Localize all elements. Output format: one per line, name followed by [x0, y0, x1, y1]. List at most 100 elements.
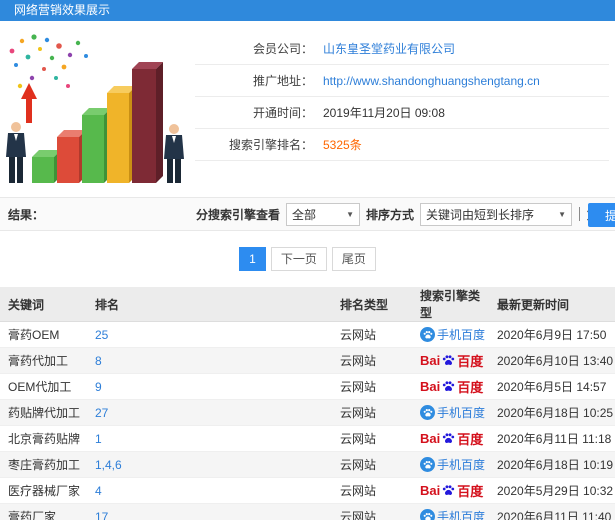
confetti-dots	[9, 34, 88, 89]
paw-icon	[443, 381, 455, 391]
rank-type-cell: 云网站	[332, 477, 412, 504]
rank-type-cell: 云网站	[332, 321, 412, 348]
filter-controls: 分搜索引擎查看 全部 ▼ 排序方式 关键词由短到长排序 ▼ 文章类型 全部 ▼	[196, 202, 615, 226]
summary-section: 会员公司： 山东皇圣堂药业有限公司 推广地址： http://www.shand…	[0, 21, 615, 197]
table-row: 药贴牌代加工 27 云网站 手机百度 2020年6月18日 10:25	[0, 399, 615, 426]
company-link[interactable]: 山东皇圣堂药业有限公司	[323, 40, 455, 57]
rank-link[interactable]: 17	[95, 510, 108, 520]
engine-cell: Bai 百度	[412, 477, 489, 504]
rank-cell: 4	[87, 477, 332, 504]
bar-chart-graphic	[6, 34, 184, 183]
engine-cell: 手机百度	[412, 321, 489, 348]
keyword-cell: OEM代加工	[0, 373, 87, 400]
engine-cell: Bai 百度	[412, 347, 489, 374]
col-header-rank-type: 排名类型	[332, 287, 412, 322]
rank-cell: 1	[87, 425, 332, 452]
sort-select[interactable]: 关键词由短到长排序 ▼	[420, 202, 573, 226]
rank-link[interactable]: 25	[95, 328, 108, 342]
next-page-button[interactable]: 下一页	[270, 247, 327, 271]
rank-type-cell: 云网站	[332, 347, 412, 374]
bars	[32, 62, 163, 183]
open-time-row: 开通时间： 2019年11月20日 09:08	[195, 97, 609, 129]
marketing-chart-image	[4, 31, 190, 189]
mobile-baidu-icon	[420, 509, 435, 520]
rank-link[interactable]: 8	[95, 354, 102, 368]
rank-type-cell: 云网站	[332, 373, 412, 400]
sort-label: 排序方式	[366, 207, 415, 222]
update-time-cell: 2020年6月18日 10:19	[489, 451, 615, 478]
col-header-update-time: 最新更新时间	[489, 287, 615, 322]
rank-type-cell: 云网站	[332, 503, 412, 520]
paw-icon	[423, 330, 432, 338]
paw-icon	[443, 485, 455, 495]
filter-bar: 结果： 分搜索引擎查看 全部 ▼ 排序方式 关键词由短到长排序 ▼ 文章类型 全…	[0, 197, 615, 231]
submit-button[interactable]: 提交	[588, 203, 615, 227]
page-1-button[interactable]: 1	[239, 247, 266, 271]
promo-url-label: 推广地址：	[252, 74, 313, 88]
table-header-row: 关键词 排名 排名类型 搜索引擎类型 最新更新时间	[0, 287, 615, 322]
baidu-logo: Bai 百度	[420, 431, 484, 447]
pagination: 1 下一页 尾页	[0, 247, 615, 271]
rank-cell: 8	[87, 347, 332, 374]
promo-url-link[interactable]: http://www.shandonghuangshengtang.cn	[323, 74, 540, 88]
table-row: 膏药OEM 25 云网站 手机百度 2020年6月9日 17:50	[0, 321, 615, 348]
keyword-cell: 膏药OEM	[0, 321, 87, 348]
paw-icon	[423, 460, 432, 468]
rank-count-label: 搜索引擎排名：	[228, 138, 313, 152]
rank-link[interactable]: 27	[95, 406, 108, 420]
divider	[579, 207, 581, 221]
result-label: 结果：	[8, 207, 45, 222]
rank-count-row: 搜索引擎排名： 5325条	[195, 129, 609, 161]
last-page-button[interactable]: 尾页	[331, 247, 376, 271]
col-header-keyword: 关键词	[0, 287, 87, 322]
results-table: 关键词 排名 排名类型 搜索引擎类型 最新更新时间 膏药OEM 25 云网站 手…	[0, 287, 615, 520]
company-row: 会员公司： 山东皇圣堂药业有限公司	[195, 33, 609, 65]
rank-link[interactable]: 4	[95, 484, 102, 498]
open-time-value: 2019年11月20日 09:08	[323, 106, 445, 120]
keyword-cell: 北京膏药贴牌	[0, 425, 87, 452]
update-time-cell: 2020年6月11日 11:40	[489, 503, 615, 520]
keyword-cell: 药贴牌代加工	[0, 399, 87, 426]
businessman-left	[6, 122, 26, 183]
keyword-cell: 医疗器械厂家	[0, 477, 87, 504]
keyword-cell: 枣庄膏药加工	[0, 451, 87, 478]
update-time-cell: 2020年6月9日 17:50	[489, 321, 615, 348]
rank-cell: 17	[87, 503, 332, 520]
rank-cell: 1,4,6	[87, 451, 332, 478]
engine-filter-label: 分搜索引擎查看	[196, 207, 281, 222]
chevron-down-icon: ▼	[346, 209, 355, 219]
chevron-down-icon: ▼	[558, 209, 567, 219]
update-time-cell: 2020年6月18日 10:25	[489, 399, 615, 426]
update-time-cell: 2020年6月10日 13:40	[489, 347, 615, 374]
engine-cell: Bai 百度	[412, 373, 489, 400]
table-row: 枣庄膏药加工 1,4,6 云网站 手机百度 2020年6月18日 10:19	[0, 451, 615, 478]
rank-type-cell: 云网站	[332, 451, 412, 478]
engine-filter-select[interactable]: 全部 ▼	[286, 202, 361, 226]
paw-icon	[443, 355, 455, 365]
promo-url-row: 推广地址： http://www.shandonghuangshengtang.…	[195, 65, 609, 97]
engine-cell: 手机百度	[412, 451, 489, 478]
engine-cell: 手机百度	[412, 503, 489, 520]
mobile-baidu-icon	[420, 405, 435, 420]
rank-link[interactable]: 1,4,6	[95, 458, 122, 472]
keyword-cell: 膏药代加工	[0, 347, 87, 374]
rank-link[interactable]: 9	[95, 380, 102, 394]
update-time-cell: 2020年6月5日 14:57	[489, 373, 615, 400]
keyword-cell: 膏药厂家	[0, 503, 87, 520]
rank-cell: 25	[87, 321, 332, 348]
engine-cell: 手机百度	[412, 399, 489, 426]
table-row: 医疗器械厂家 4 云网站 Bai 百度 2020年5月29日 10:32	[0, 477, 615, 504]
businessman-right	[164, 124, 184, 183]
update-time-cell: 2020年5月29日 10:32	[489, 477, 615, 504]
paw-icon	[423, 512, 432, 520]
table-row: 北京膏药贴牌 1 云网站 Bai 百度 2020年6月11日 11:18	[0, 425, 615, 452]
member-info-panel: 会员公司： 山东皇圣堂药业有限公司 推广地址： http://www.shand…	[195, 21, 615, 161]
open-time-label: 开通时间：	[252, 106, 313, 120]
sort-value: 关键词由短到长排序	[426, 207, 535, 222]
table-row: OEM代加工 9 云网站 Bai 百度 2020年6月5日 14:57	[0, 373, 615, 400]
rank-link[interactable]: 1	[95, 432, 102, 446]
baidu-logo: Bai 百度	[420, 483, 484, 499]
paw-icon	[423, 408, 432, 416]
engine-filter-value: 全部	[292, 207, 317, 222]
table-row: 膏药厂家 17 云网站 手机百度 2020年6月11日 11:40	[0, 503, 615, 520]
